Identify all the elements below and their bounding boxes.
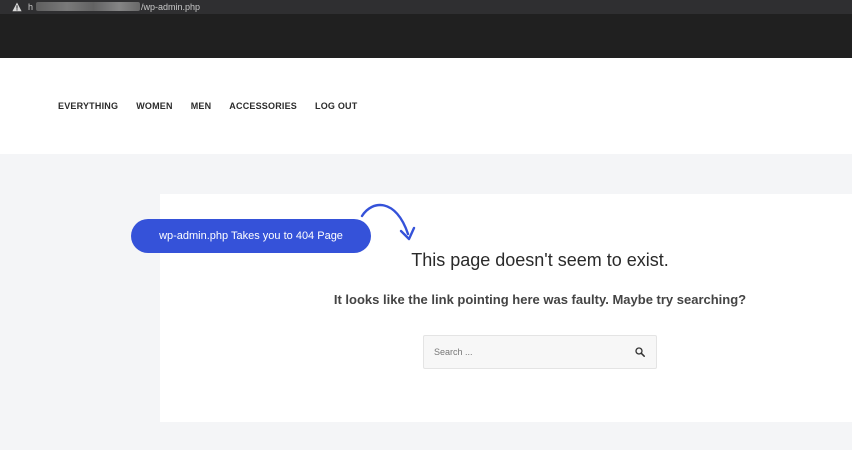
search-icon[interactable] [635,347,645,357]
nav-item-women[interactable]: WOMEN [136,101,173,111]
site-header: EVERYTHING WOMEN MEN ACCESSORIES LOG OUT [0,58,852,154]
main-navigation: EVERYTHING WOMEN MEN ACCESSORIES LOG OUT [58,101,357,111]
nav-item-everything[interactable]: EVERYTHING [58,101,118,111]
curved-arrow-icon [360,203,416,241]
url-path: /wp-admin.php [141,2,201,12]
url-prefix: h [28,2,34,12]
search-input[interactable] [424,336,624,368]
warning-icon [12,2,22,12]
nav-item-men[interactable]: MEN [191,101,212,111]
search-form [423,335,657,369]
nav-item-accessories[interactable]: ACCESSORIES [229,101,297,111]
nav-item-log-out[interactable]: LOG OUT [315,101,357,111]
error-subtitle: It looks like the link pointing here was… [333,292,747,307]
browser-address-bar[interactable]: h /wp-admin.php [0,0,852,14]
redacted-url-domain [36,2,140,11]
browser-toolbar-area [0,14,852,58]
annotation-callout: wp-admin.php Takes you to 404 Page [131,219,371,253]
error-title: This page doesn't seem to exist. [411,250,669,270]
